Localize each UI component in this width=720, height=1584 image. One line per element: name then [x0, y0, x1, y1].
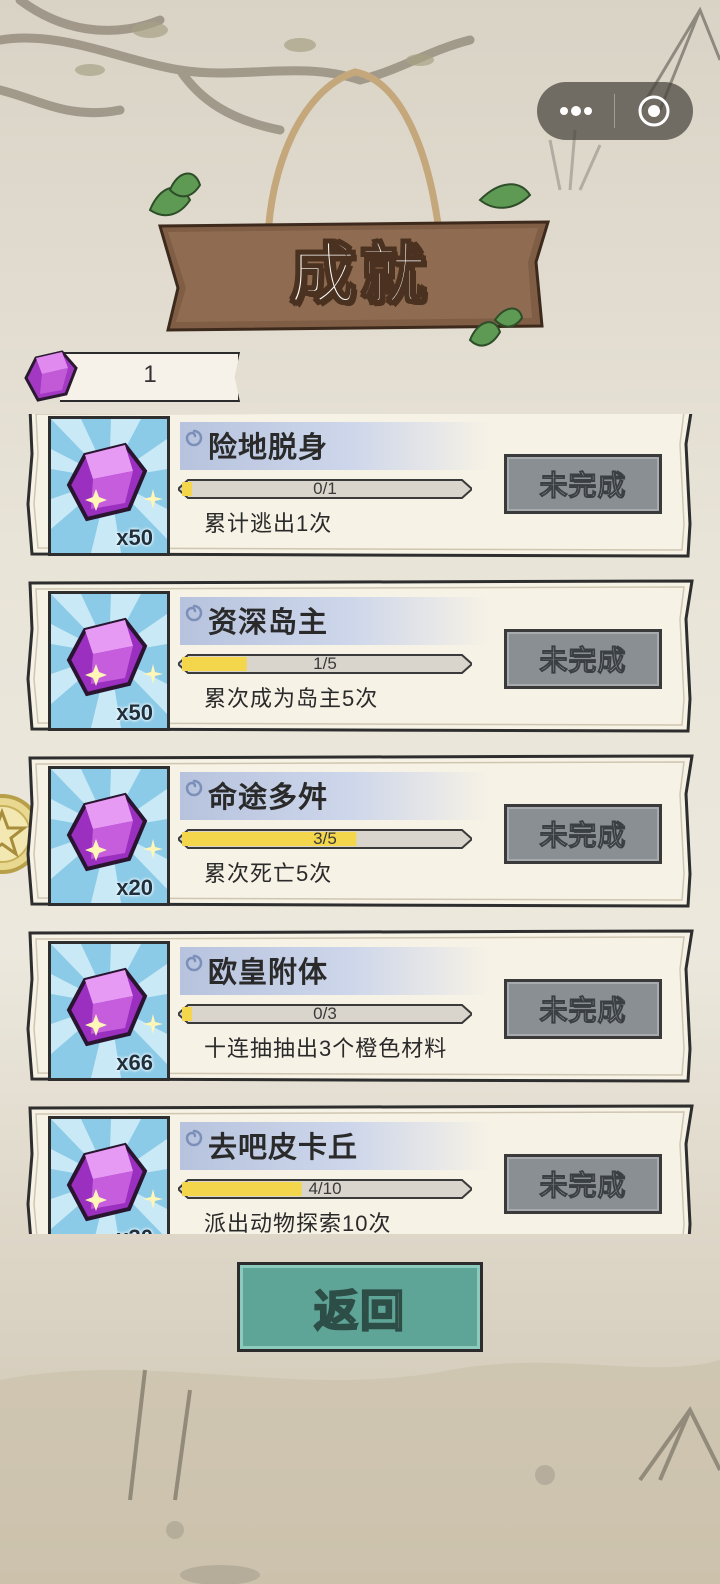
- reward-icon-frame: x50: [48, 416, 170, 556]
- more-dots-icon[interactable]: [537, 82, 614, 140]
- purple-gem-icon: [66, 792, 148, 872]
- achievement-card: x50 险地脱身 0/1 累计逃出1次 未完成: [26, 414, 696, 558]
- purple-gem-icon: [24, 350, 78, 402]
- achievement-list[interactable]: x50 险地脱身 0/1 累计逃出1次 未完成 x50 资深岛主 1/5 累次成…: [0, 414, 720, 1234]
- reward-quantity: x50: [116, 700, 153, 725]
- reward-icon-frame: x30: [48, 1116, 170, 1234]
- reward-icon-frame: x66: [48, 941, 170, 1081]
- reward-quantity: x30: [116, 1225, 153, 1234]
- record-circle-icon[interactable]: [615, 82, 692, 140]
- sparkle-icon: [143, 839, 163, 859]
- progress-text: 4/10: [308, 1179, 342, 1198]
- swirl-icon: [185, 954, 203, 972]
- achievement-card: x20 命途多舛 3/5 累次死亡5次 未完成: [26, 754, 696, 908]
- swirl-icon: [185, 429, 203, 447]
- purple-gem-icon: [66, 617, 148, 697]
- swirl-icon: [185, 1129, 203, 1147]
- progress-text: 3/5: [313, 829, 337, 848]
- achievement-description: 累计逃出1次: [204, 511, 333, 536]
- achievement-name: 欧皇附体: [208, 957, 329, 989]
- achievement-card: x30 去吧皮卡丘 4/10 派出动物探索10次 未完成: [26, 1104, 696, 1234]
- purple-gem-icon: [66, 442, 148, 522]
- sparkle-icon: [143, 489, 163, 509]
- progress-bar: 3/5: [178, 828, 472, 850]
- sparkle-icon: [143, 664, 163, 684]
- progress-bar: 4/10: [178, 1178, 472, 1200]
- swirl-icon: [185, 779, 203, 797]
- status-button[interactable]: 未完成: [504, 629, 662, 689]
- reward-quantity: x20: [116, 875, 153, 900]
- purple-gem-icon: [66, 1142, 148, 1222]
- status-button[interactable]: 未完成: [504, 979, 662, 1039]
- achievement-description: 派出动物探索10次: [204, 1211, 392, 1234]
- status-button[interactable]: 未完成: [504, 454, 662, 514]
- sparkle-icon: [143, 1189, 163, 1209]
- reward-quantity: x50: [116, 525, 153, 550]
- reward-quantity: x66: [116, 1050, 153, 1075]
- achievement-description: 累次成为岛主5次: [204, 686, 379, 711]
- purple-gem-icon: [66, 967, 148, 1047]
- progress-text: 0/3: [313, 1004, 337, 1023]
- achievement-description: 十连抽抽出3个橙色材料: [204, 1036, 448, 1061]
- status-button[interactable]: 未完成: [504, 804, 662, 864]
- progress-text: 0/1: [313, 479, 337, 498]
- sparkle-icon: [143, 1014, 163, 1034]
- reward-icon-frame: x50: [48, 591, 170, 731]
- achievement-name: 资深岛主: [208, 607, 329, 639]
- progress-text: 1/5: [313, 654, 337, 673]
- progress-bar: 1/5: [178, 653, 472, 675]
- achievement-name: 去吧皮卡丘: [208, 1132, 359, 1164]
- currency-value: 1: [143, 361, 157, 388]
- achievement-card: x66 欧皇附体 0/3 十连抽抽出3个橙色材料 未完成: [26, 929, 696, 1083]
- status-button[interactable]: 未完成: [504, 1154, 662, 1214]
- back-button[interactable]: 返回: [237, 1262, 483, 1352]
- progress-bar: 0/3: [178, 1003, 472, 1025]
- achievement-name: 险地脱身: [208, 432, 329, 464]
- progress-bar: 0/1: [178, 478, 472, 500]
- achievement-description: 累次死亡5次: [204, 861, 333, 886]
- reward-icon-frame: x20: [48, 766, 170, 906]
- mini-program-capsule: [537, 82, 693, 140]
- achievement-card: x50 资深岛主 1/5 累次成为岛主5次 未完成: [26, 579, 696, 733]
- achievement-name: 命途多舛: [208, 782, 329, 814]
- swirl-icon: [185, 604, 203, 622]
- page-title: 成就: [289, 235, 430, 314]
